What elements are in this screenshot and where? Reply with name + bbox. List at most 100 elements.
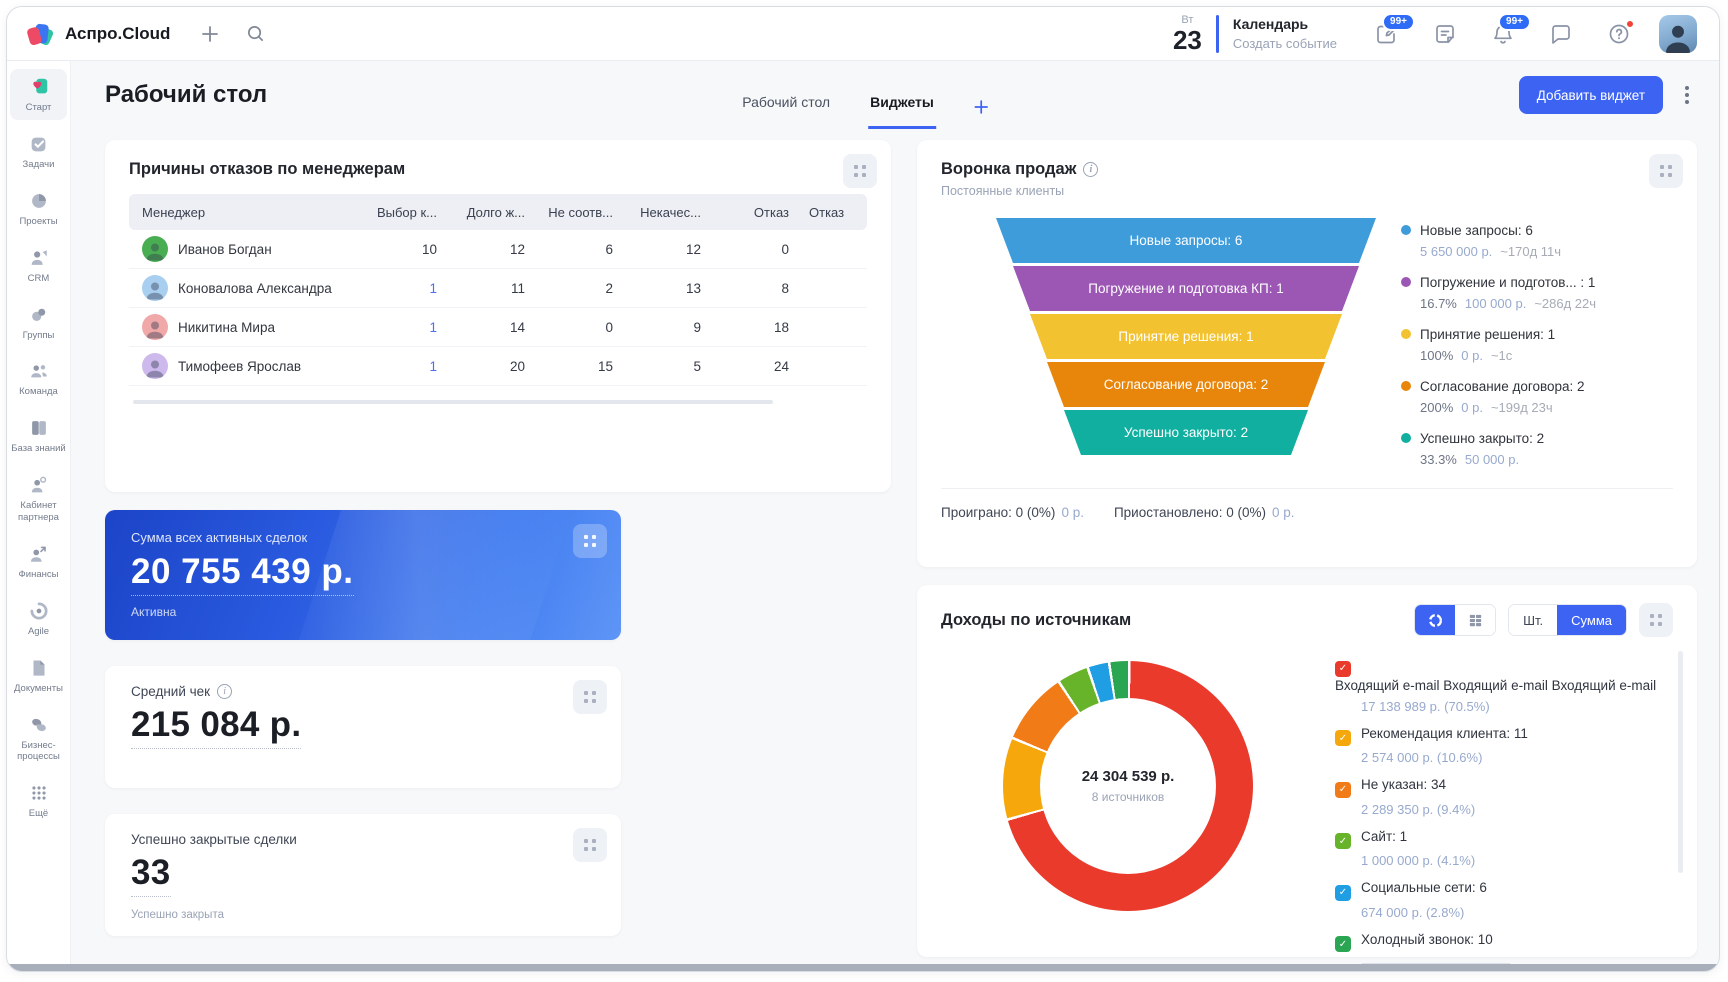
- legend-dot-icon: [1401, 225, 1411, 235]
- search-icon[interactable]: [246, 24, 265, 43]
- table-row[interactable]: Иванов Богдан10126120: [129, 230, 867, 269]
- app-logo-icon[interactable]: [25, 19, 55, 49]
- column-header[interactable]: Отказ: [713, 205, 801, 220]
- help-icon[interactable]: [1607, 22, 1631, 46]
- tab-dashboard[interactable]: Рабочий стол: [740, 94, 832, 129]
- manager-name[interactable]: Иванов Богдан: [178, 242, 272, 257]
- legend-checkbox-icon[interactable]: ✓: [1335, 730, 1351, 746]
- notifications-bell-icon[interactable]: 99+: [1491, 22, 1515, 46]
- donut-view-button[interactable]: [1415, 605, 1455, 635]
- stage-money: 50 000 р.: [1465, 452, 1519, 467]
- average-check-value[interactable]: 215 084 р.: [131, 705, 301, 749]
- closed-deals-value[interactable]: 33: [131, 853, 171, 897]
- table-horizontal-scrollbar[interactable]: [133, 400, 773, 404]
- tab-widgets[interactable]: Виджеты: [868, 94, 936, 129]
- legend-checkbox-icon[interactable]: ✓: [1335, 833, 1351, 849]
- funnel-stage[interactable]: Погружение и подготовка КП: 1: [1013, 266, 1359, 311]
- sidebar-item-start[interactable]: Старт: [10, 69, 67, 120]
- calendar-block[interactable]: Календарь Создать событие: [1233, 16, 1337, 51]
- topbar: Аспро.Cloud Вт 23 Календарь Создать собы…: [7, 7, 1719, 61]
- funnel-legend-label[interactable]: Согласование договора: 2: [1420, 379, 1585, 394]
- info-icon[interactable]: i: [217, 684, 232, 699]
- sidebar-item-tasks[interactable]: Задачи: [10, 126, 67, 177]
- sidebar-item-groups[interactable]: Группы: [10, 297, 67, 348]
- funnel-legend-label[interactable]: Погружение и подготов... : 1: [1420, 275, 1595, 290]
- more-options-kebab-icon[interactable]: [1681, 82, 1693, 108]
- column-header[interactable]: Не соотв...: [537, 205, 625, 220]
- funnel-stage[interactable]: Принятие решения: 1: [1030, 314, 1342, 359]
- calendar-date[interactable]: Вт 23: [1173, 15, 1202, 53]
- sidebar-item-crm[interactable]: CRM: [10, 240, 67, 291]
- income-legend-item: ✓ Холодный звонок: 10: [1335, 931, 1673, 953]
- sidebar-item-finance[interactable]: Финансы: [10, 536, 67, 587]
- manager-name[interactable]: Никитина Мира: [178, 320, 275, 335]
- sidebar-item-documents[interactable]: Документы: [10, 650, 67, 701]
- create-plus-icon[interactable]: [200, 24, 220, 44]
- table-row[interactable]: Никитина Мира1140918: [129, 308, 867, 347]
- sidebar-item-knowledge-base[interactable]: База знаний: [10, 410, 67, 461]
- sidebar-item-agile[interactable]: Agile: [10, 593, 67, 644]
- table-row[interactable]: Коновалова Александра1112138: [129, 269, 867, 308]
- notes-icon[interactable]: [1433, 22, 1457, 46]
- manager-name[interactable]: Тимофеев Ярослав: [178, 359, 301, 374]
- drag-handle-icon[interactable]: [843, 154, 877, 188]
- column-header[interactable]: Некачес...: [625, 205, 713, 220]
- drag-handle-icon[interactable]: [573, 524, 607, 558]
- add-tab-plus-icon[interactable]: [972, 98, 990, 116]
- funnel-legend-label[interactable]: Принятие решения: 1: [1420, 327, 1555, 342]
- funnel-stage[interactable]: Новые запросы: 6: [996, 218, 1376, 263]
- sidebar-item-business-processes[interactable]: Бизнес-процессы: [10, 707, 67, 770]
- funnel-stage[interactable]: Согласование договора: 2: [1047, 362, 1325, 407]
- sidebar-item-team[interactable]: Команда: [10, 353, 67, 404]
- widget-closed-deals: Успешно закрытые сделки 33 Успешно закры…: [105, 814, 621, 936]
- value-cell[interactable]: 1: [361, 320, 449, 335]
- value-cell[interactable]: 1: [361, 359, 449, 374]
- drag-handle-icon[interactable]: [1649, 154, 1683, 188]
- drag-handle-icon[interactable]: [573, 680, 607, 714]
- info-icon[interactable]: i: [1083, 162, 1098, 177]
- legend-checkbox-icon[interactable]: ✓: [1335, 661, 1351, 677]
- sidebar-item-projects[interactable]: Проекты: [10, 183, 67, 234]
- income-source-label[interactable]: Холодный звонок: 10: [1361, 932, 1493, 947]
- column-header[interactable]: Долго ж...: [449, 205, 537, 220]
- column-header[interactable]: Выбор к...: [361, 205, 449, 220]
- legend-vertical-scrollbar[interactable]: [1678, 651, 1683, 873]
- chat-icon[interactable]: [1549, 22, 1573, 46]
- funnel-legend-label[interactable]: Успешно закрыто: 2: [1420, 431, 1544, 446]
- mail-compose-icon[interactable]: 99+: [1375, 22, 1399, 46]
- income-source-label[interactable]: Социальные сети: 6: [1361, 880, 1487, 895]
- sidebar-item-more[interactable]: Ещё: [10, 775, 67, 826]
- legend-checkbox-icon[interactable]: ✓: [1335, 885, 1351, 901]
- topbar-icons: 99+ 99+: [1375, 22, 1631, 46]
- drag-handle-icon[interactable]: [573, 828, 607, 862]
- add-widget-button[interactable]: Добавить виджет: [1519, 76, 1663, 114]
- income-source-label[interactable]: Сайт: 1: [1361, 829, 1407, 844]
- unit-button-count[interactable]: Шт.: [1509, 605, 1557, 635]
- income-legend-item: ✓Сайт: 11 000 000 р. (4.1%): [1335, 828, 1673, 869]
- funnel-legend-label[interactable]: Новые запросы: 6: [1420, 223, 1533, 238]
- manager-name[interactable]: Коновалова Александра: [178, 281, 332, 296]
- income-source-label[interactable]: Не указан: 34: [1361, 777, 1446, 792]
- table-row[interactable]: Тимофеев Ярослав12015524: [129, 347, 867, 386]
- sidebar-item-label: Старт: [10, 102, 68, 114]
- income-source-label[interactable]: Входящий e-mail Входящий e-mail Входящий…: [1335, 678, 1656, 693]
- legend-horizontal-scrollbar[interactable]: [1361, 963, 1511, 967]
- value-cell[interactable]: 1: [361, 281, 449, 296]
- sidebar-item-partner-cabinet[interactable]: Кабинет партнера: [10, 467, 67, 530]
- legend-dot-icon: [1401, 433, 1411, 443]
- funnel-stage[interactable]: Успешно закрыто: 2: [1064, 410, 1308, 455]
- income-source-label[interactable]: Рекомендация клиента: 11: [1361, 726, 1528, 741]
- column-header[interactable]: Менеджер: [129, 205, 361, 220]
- column-header[interactable]: Отказ: [801, 205, 855, 220]
- unit-button-sum[interactable]: Сумма: [1557, 605, 1626, 635]
- legend-checkbox-icon[interactable]: ✓: [1335, 782, 1351, 798]
- active-deals-sum-value[interactable]: 20 755 439 р.: [131, 552, 354, 596]
- income-controls: Шт.Сумма: [1414, 603, 1673, 637]
- legend-checkbox-icon[interactable]: ✓: [1335, 936, 1351, 952]
- sidebar-item-label: Бизнес-процессы: [10, 740, 68, 764]
- widget-sales-funnel: Воронка продаж i Постоянные клиенты Новы…: [917, 140, 1697, 567]
- stage-conversion: 16.7%: [1420, 296, 1457, 311]
- user-avatar[interactable]: [1659, 15, 1697, 53]
- drag-handle-icon[interactable]: [1639, 603, 1673, 637]
- table-view-button[interactable]: [1455, 605, 1495, 635]
